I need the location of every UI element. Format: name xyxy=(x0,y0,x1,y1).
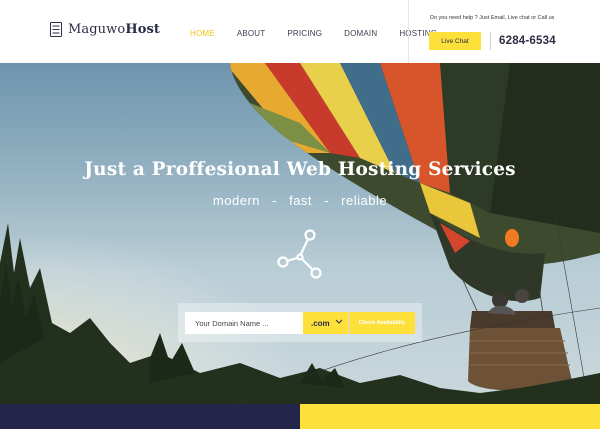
server-stack-icon xyxy=(50,22,62,37)
chevron-down-icon xyxy=(335,319,343,324)
tagline-separator: - xyxy=(272,193,277,208)
brand-name: MaguwoHost xyxy=(68,22,160,37)
tagline-word: fast xyxy=(289,193,313,208)
tld-value: .com xyxy=(311,318,330,328)
live-chat-button[interactable]: Live Chat xyxy=(429,32,481,50)
phone-number[interactable]: 6284-6534 xyxy=(499,35,556,47)
main-nav: HOME ABOUT PRICING DOMAIN HOSTING xyxy=(190,29,459,38)
domain-search-box: .com Check Availability xyxy=(178,303,422,342)
help-text: Do you need help ? Just Email, Live chat… xyxy=(430,15,555,21)
domain-search-input[interactable] xyxy=(185,312,303,334)
hero-title: Just a Proffesional Web Hosting Services xyxy=(84,159,516,180)
tagline-separator: - xyxy=(324,193,330,208)
logo[interactable]: MaguwoHost xyxy=(50,22,160,37)
nav-item-domain[interactable]: DOMAIN xyxy=(344,29,377,38)
nav-item-about[interactable]: ABOUT xyxy=(237,29,266,38)
nav-item-pricing[interactable]: PRICING xyxy=(287,29,322,38)
bottom-band-left xyxy=(0,404,300,429)
tagline-word: modern xyxy=(212,193,260,208)
tld-select[interactable]: .com xyxy=(303,312,348,334)
nav-item-home[interactable]: HOME xyxy=(190,29,215,38)
share-icon xyxy=(277,229,322,279)
hero-tagline: modern - fast - reliable xyxy=(0,193,600,208)
bottom-band-right xyxy=(300,404,600,429)
site-header: MaguwoHost HOME ABOUT PRICING DOMAIN HOS… xyxy=(0,0,600,63)
phone-divider xyxy=(490,32,491,50)
tagline-word: reliable xyxy=(341,193,388,208)
check-availability-button[interactable]: Check Availability xyxy=(349,312,415,334)
hero-section: Just a Proffesional Web Hosting Services… xyxy=(0,63,600,404)
header-divider xyxy=(408,0,409,63)
